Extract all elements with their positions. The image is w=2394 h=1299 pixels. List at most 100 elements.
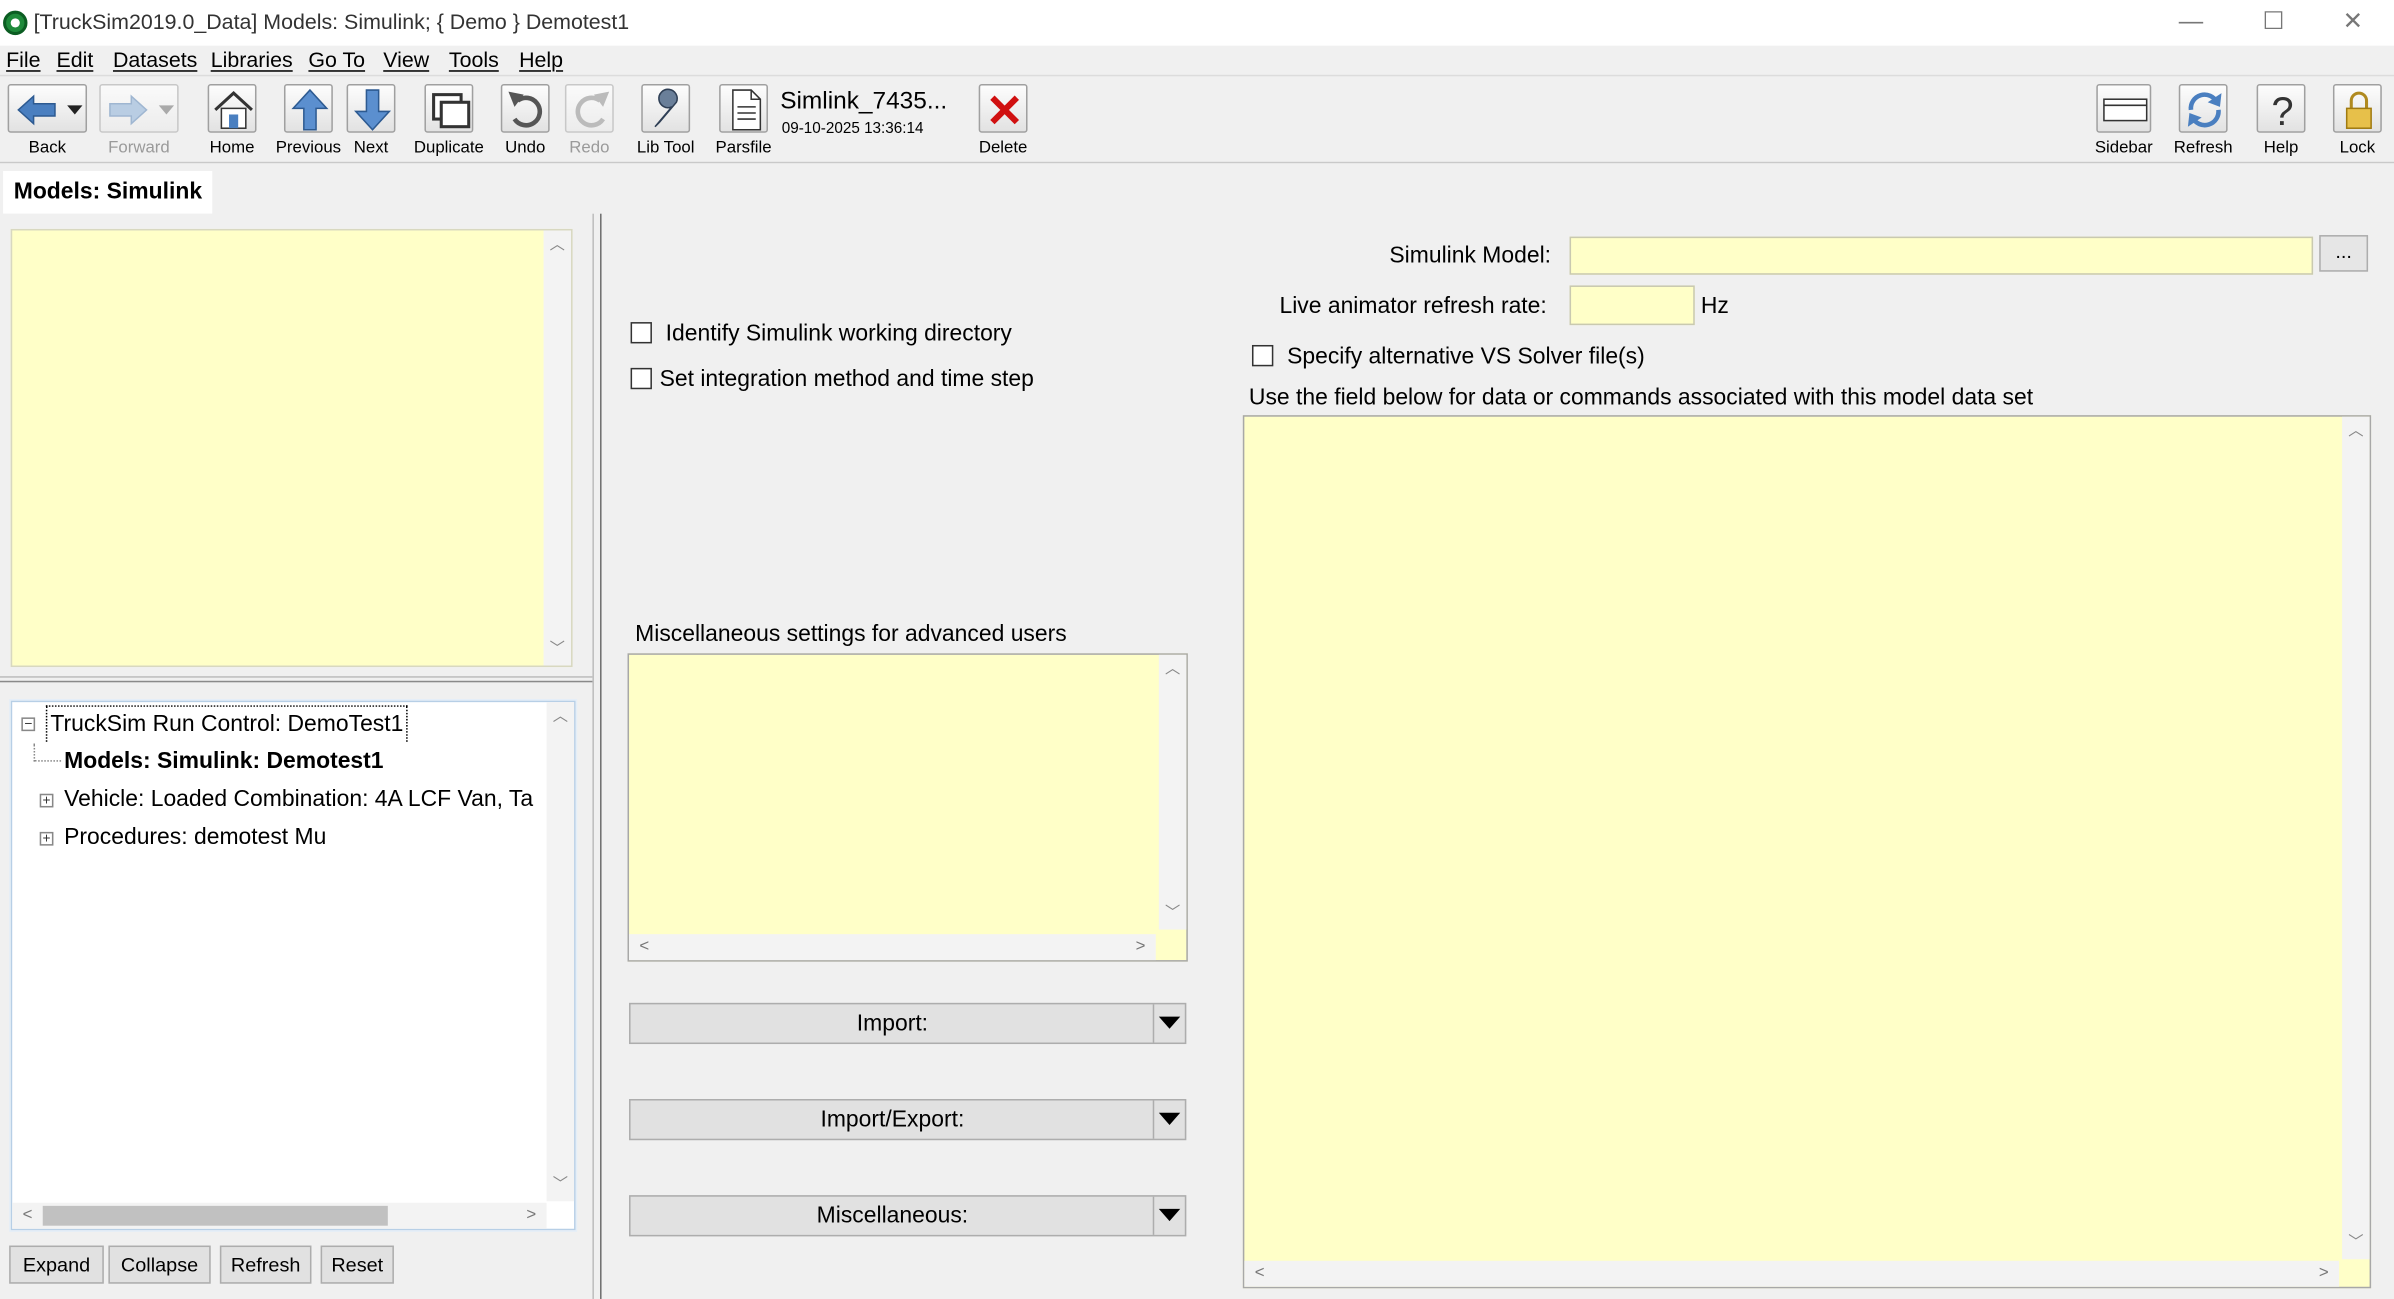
scroll-up-icon[interactable]: ︿: [544, 234, 571, 258]
menu-file[interactable]: File: [6, 47, 40, 71]
scroll-down-icon[interactable]: ﹀: [2342, 1232, 2369, 1256]
menu-goto[interactable]: Go To: [308, 47, 365, 71]
undo-button[interactable]: Undo: [498, 81, 553, 160]
scroll-down-icon[interactable]: ﹀: [1159, 902, 1186, 926]
refresh-rate-label: Live animator refresh rate:: [1279, 293, 1547, 320]
close-window-button[interactable]: ✕: [2318, 6, 2388, 40]
next-button[interactable]: Next: [345, 81, 397, 160]
tree-refresh-button[interactable]: Refresh: [219, 1245, 312, 1284]
scroll-up-icon[interactable]: ︿: [547, 705, 574, 729]
data-field-hint: Use the field below for data or commands…: [1248, 384, 2034, 411]
down-arrow-icon: [346, 83, 396, 133]
menu-tools[interactable]: Tools: [449, 47, 499, 71]
maximize-button[interactable]: ☐: [2238, 6, 2308, 40]
collapse-node-icon[interactable]: −: [21, 717, 36, 732]
misc-settings-label: Miscellaneous settings for advanced user…: [635, 621, 1067, 648]
import-export-dropdown[interactable]: Import/Export:: [629, 1099, 1187, 1141]
tree-vscroll[interactable]: ︿ ﹀: [546, 702, 575, 1202]
refresh-rate-field[interactable]: [1569, 285, 1695, 326]
delete-x-icon: [978, 83, 1028, 133]
scroll-right-icon[interactable]: >: [1128, 934, 1152, 960]
notes-field[interactable]: ︿ ﹀: [10, 228, 573, 668]
lib-tool-button[interactable]: Lib Tool: [632, 81, 699, 160]
scroll-up-icon[interactable]: ︿: [1159, 658, 1186, 682]
scroll-right-icon[interactable]: >: [2312, 1261, 2336, 1287]
scroll-down-icon[interactable]: ﹀: [544, 638, 571, 662]
dropdown-arrow-icon[interactable]: [1152, 1100, 1185, 1139]
tree-root-label: TruckSim Run Control: DemoTest1: [45, 705, 408, 742]
reset-button[interactable]: Reset: [320, 1245, 394, 1284]
window-title: [TruckSim2019.0_Data] Models: Simulink; …: [33, 9, 630, 34]
identify-wd-checkbox[interactable]: [630, 322, 652, 344]
title-bar: [TruckSim2019.0_Data] Models: Simulink; …: [0, 0, 2394, 46]
sidebar-button[interactable]: Sidebar: [2089, 81, 2159, 160]
parsfile-button[interactable]: Parsfile: [715, 81, 773, 160]
redo-icon: [564, 83, 614, 133]
svg-text:?: ?: [2272, 90, 2294, 134]
simulink-model-field[interactable]: [1569, 236, 2314, 275]
help-button[interactable]: ? Help: [2254, 81, 2309, 160]
dataset-name: Simlink_7435...: [780, 88, 948, 115]
home-icon: [207, 83, 257, 133]
left-panel-divider[interactable]: [0, 676, 593, 683]
misc-vscroll[interactable]: ︿ ﹀: [1158, 654, 1187, 930]
menu-datasets[interactable]: Datasets: [113, 47, 197, 71]
lock-icon: [2332, 83, 2382, 133]
undo-icon: [500, 83, 550, 133]
menu-libraries[interactable]: Libraries: [211, 47, 293, 71]
run-control-tree[interactable]: − TruckSim Run Control: DemoTest1 Models…: [9, 699, 578, 1232]
scroll-left-icon[interactable]: <: [1247, 1261, 1271, 1287]
miscellaneous-dropdown[interactable]: Miscellaneous:: [629, 1195, 1187, 1237]
browse-button[interactable]: ...: [2319, 235, 2369, 272]
document-icon: [719, 83, 768, 133]
tab-strip: Models: Simulink: [0, 163, 2394, 214]
identify-wd-label: Identify Simulink working directory: [665, 320, 1012, 347]
dropdown-arrow-icon[interactable]: [1152, 1196, 1185, 1235]
redo-button[interactable]: Redo: [562, 81, 617, 160]
scroll-up-icon[interactable]: ︿: [2342, 420, 2369, 444]
misc-settings-field[interactable]: ︿ ﹀ < >: [627, 653, 1188, 962]
expand-node-icon[interactable]: +: [39, 831, 54, 846]
notes-vscroll[interactable]: ︿ ﹀: [543, 230, 572, 666]
tree-root-row[interactable]: − TruckSim Run Control: DemoTest1: [18, 705, 545, 742]
refresh-toolbar-button[interactable]: Refresh: [2171, 81, 2235, 160]
home-button[interactable]: Home: [205, 81, 260, 160]
minimize-button[interactable]: —: [2156, 6, 2226, 40]
dropdown-arrow-icon[interactable]: [1152, 1004, 1185, 1043]
import-dropdown[interactable]: Import:: [629, 1002, 1187, 1045]
app-icon: [3, 10, 28, 36]
expand-node-icon[interactable]: +: [39, 793, 54, 808]
menu-view[interactable]: View: [383, 47, 429, 71]
tree-hscroll-thumb[interactable]: [42, 1205, 388, 1226]
tree-item-models-simulink[interactable]: Models: Simulink: Demotest1: [18, 743, 545, 780]
collapse-button[interactable]: Collapse: [108, 1245, 211, 1284]
commands-vscroll[interactable]: ︿ ﹀: [2342, 416, 2370, 1260]
previous-button[interactable]: Previous: [275, 81, 342, 160]
tab-models-simulink[interactable]: Models: Simulink: [3, 170, 213, 214]
forward-arrow-icon: [99, 83, 179, 133]
back-button[interactable]: Back: [6, 81, 88, 160]
panel-splitter[interactable]: [592, 213, 602, 1299]
scroll-down-icon[interactable]: ﹀: [547, 1174, 574, 1198]
duplicate-button[interactable]: Duplicate: [409, 81, 488, 160]
alt-solver-checkbox[interactable]: [1251, 344, 1274, 367]
commands-hscroll[interactable]: < >: [1244, 1260, 2340, 1287]
scroll-left-icon[interactable]: <: [632, 934, 656, 960]
model-commands-field[interactable]: ︿ ﹀ < >: [1242, 415, 2372, 1289]
menu-edit[interactable]: Edit: [56, 47, 93, 71]
delete-button[interactable]: Delete: [974, 81, 1032, 160]
tree-hscroll[interactable]: < >: [12, 1202, 547, 1229]
tree-item-procedures[interactable]: + Procedures: demotest Mu: [18, 820, 545, 857]
tree-item-vehicle[interactable]: + Vehicle: Loaded Combination: 4A LCF Va…: [18, 782, 545, 819]
expand-button[interactable]: Expand: [9, 1245, 104, 1284]
lock-button[interactable]: Lock: [2331, 81, 2383, 160]
set-integration-checkbox[interactable]: [630, 367, 652, 390]
up-arrow-icon: [283, 83, 333, 133]
toolbar: Back Forward Home Previous Next Duplicat…: [0, 77, 2394, 164]
menu-help[interactable]: Help: [519, 47, 563, 71]
wrench-icon: [641, 83, 691, 133]
forward-button[interactable]: Forward: [98, 81, 180, 160]
scroll-left-icon[interactable]: <: [15, 1203, 39, 1229]
scroll-right-icon[interactable]: >: [519, 1203, 543, 1229]
misc-hscroll[interactable]: < >: [629, 934, 1156, 961]
